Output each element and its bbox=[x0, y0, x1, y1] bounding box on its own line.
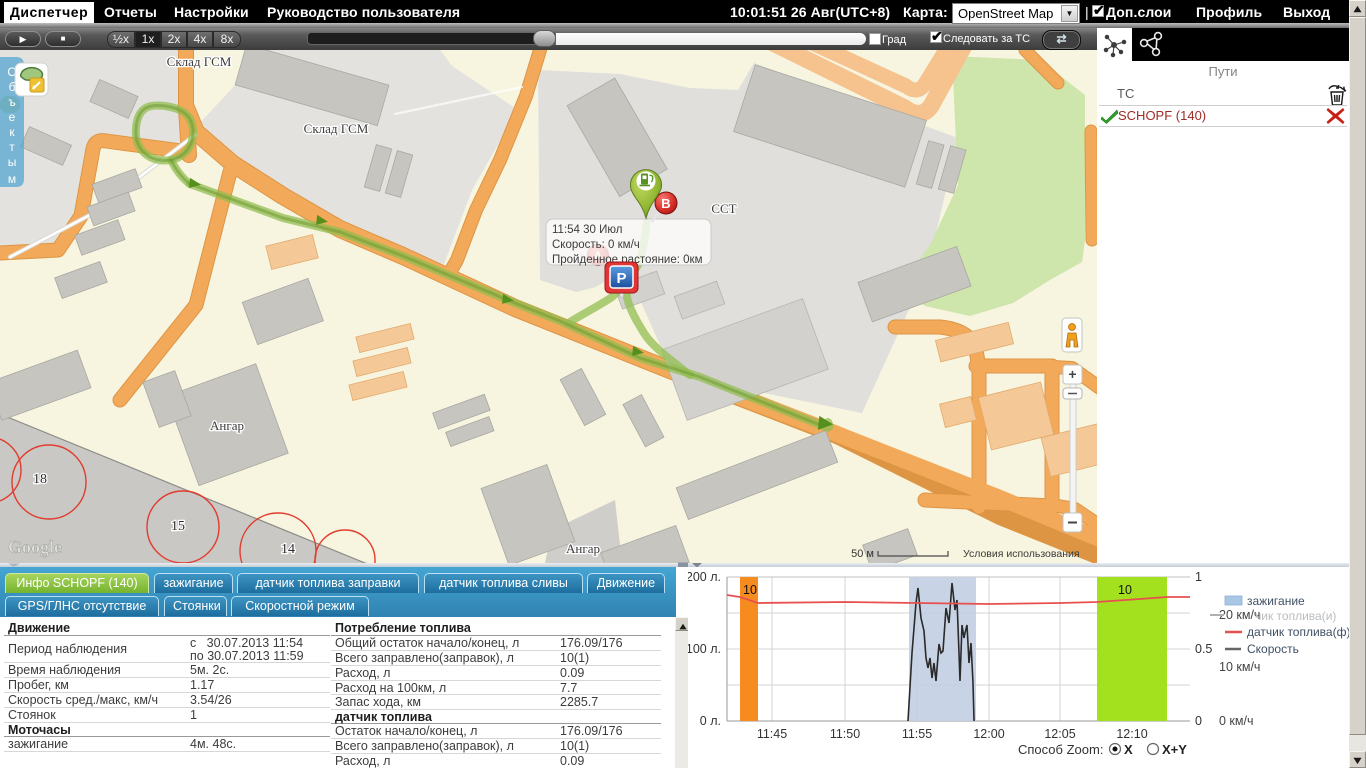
svg-text:датчик топлива(ф): датчик топлива(ф) bbox=[1247, 625, 1349, 639]
svg-text:Склад ГСМ: Склад ГСМ bbox=[167, 54, 232, 69]
svg-text:Склад ГСМ: Склад ГСМ bbox=[304, 121, 369, 136]
svg-text:е: е bbox=[9, 110, 16, 124]
svg-text:11:54 30 Июл: 11:54 30 Июл bbox=[552, 224, 622, 236]
svg-text:11:55: 11:55 bbox=[902, 727, 932, 741]
svg-text:зажигание: зажигание bbox=[1247, 594, 1305, 608]
svg-text:+: + bbox=[1068, 366, 1076, 382]
svg-text:18: 18 bbox=[33, 472, 47, 487]
svg-text:Ангар: Ангар bbox=[210, 418, 244, 433]
svg-text:X+Y: X+Y bbox=[1162, 742, 1187, 757]
svg-text:1: 1 bbox=[1195, 570, 1202, 584]
svg-text:10: 10 bbox=[743, 583, 757, 597]
svg-text:Скорость: Скорость bbox=[1247, 642, 1299, 656]
svg-text:X: X bbox=[1124, 742, 1133, 757]
svg-text:100 л.: 100 л. bbox=[688, 642, 721, 656]
svg-text:0: 0 bbox=[1195, 714, 1202, 728]
svg-text:12:10: 12:10 bbox=[1116, 727, 1147, 741]
svg-text:Скорость: 0 км/ч: Скорость: 0 км/ч bbox=[552, 239, 640, 251]
svg-text:чик топлива(и): чик топлива(и) bbox=[1255, 609, 1336, 623]
svg-text:12:00: 12:00 bbox=[973, 727, 1004, 741]
svg-text:ы: ы bbox=[8, 155, 17, 169]
svg-text:10 км/ч: 10 км/ч bbox=[1219, 660, 1260, 674]
svg-text:50 м: 50 м bbox=[851, 548, 874, 560]
svg-text:Google: Google bbox=[8, 537, 62, 557]
svg-text:м: м bbox=[8, 172, 16, 186]
svg-text:0 км/ч: 0 км/ч bbox=[1219, 714, 1253, 728]
svg-text:0 л.: 0 л. bbox=[700, 714, 721, 728]
svg-text:Ангар: Ангар bbox=[566, 541, 600, 556]
svg-text:11:45: 11:45 bbox=[757, 727, 787, 741]
svg-text:P: P bbox=[616, 270, 626, 287]
svg-text:14: 14 bbox=[281, 542, 295, 557]
svg-text:Условия использования: Условия использования bbox=[963, 548, 1080, 560]
svg-text:к: к bbox=[9, 125, 15, 139]
svg-text:ъ: ъ bbox=[8, 95, 16, 109]
svg-text:ССТ: ССТ bbox=[711, 201, 736, 216]
svg-text:0.5: 0.5 bbox=[1195, 642, 1212, 656]
svg-text:12:05: 12:05 bbox=[1044, 727, 1075, 741]
svg-text:15: 15 bbox=[171, 519, 185, 534]
svg-text:B: B bbox=[661, 196, 670, 211]
svg-text:10: 10 bbox=[1118, 583, 1132, 597]
svg-text:т: т bbox=[9, 140, 15, 154]
svg-text:200 л.: 200 л. bbox=[688, 570, 721, 584]
svg-text:Способ Zoom:: Способ Zoom: bbox=[1018, 742, 1103, 757]
svg-text:11:50: 11:50 bbox=[830, 727, 860, 741]
